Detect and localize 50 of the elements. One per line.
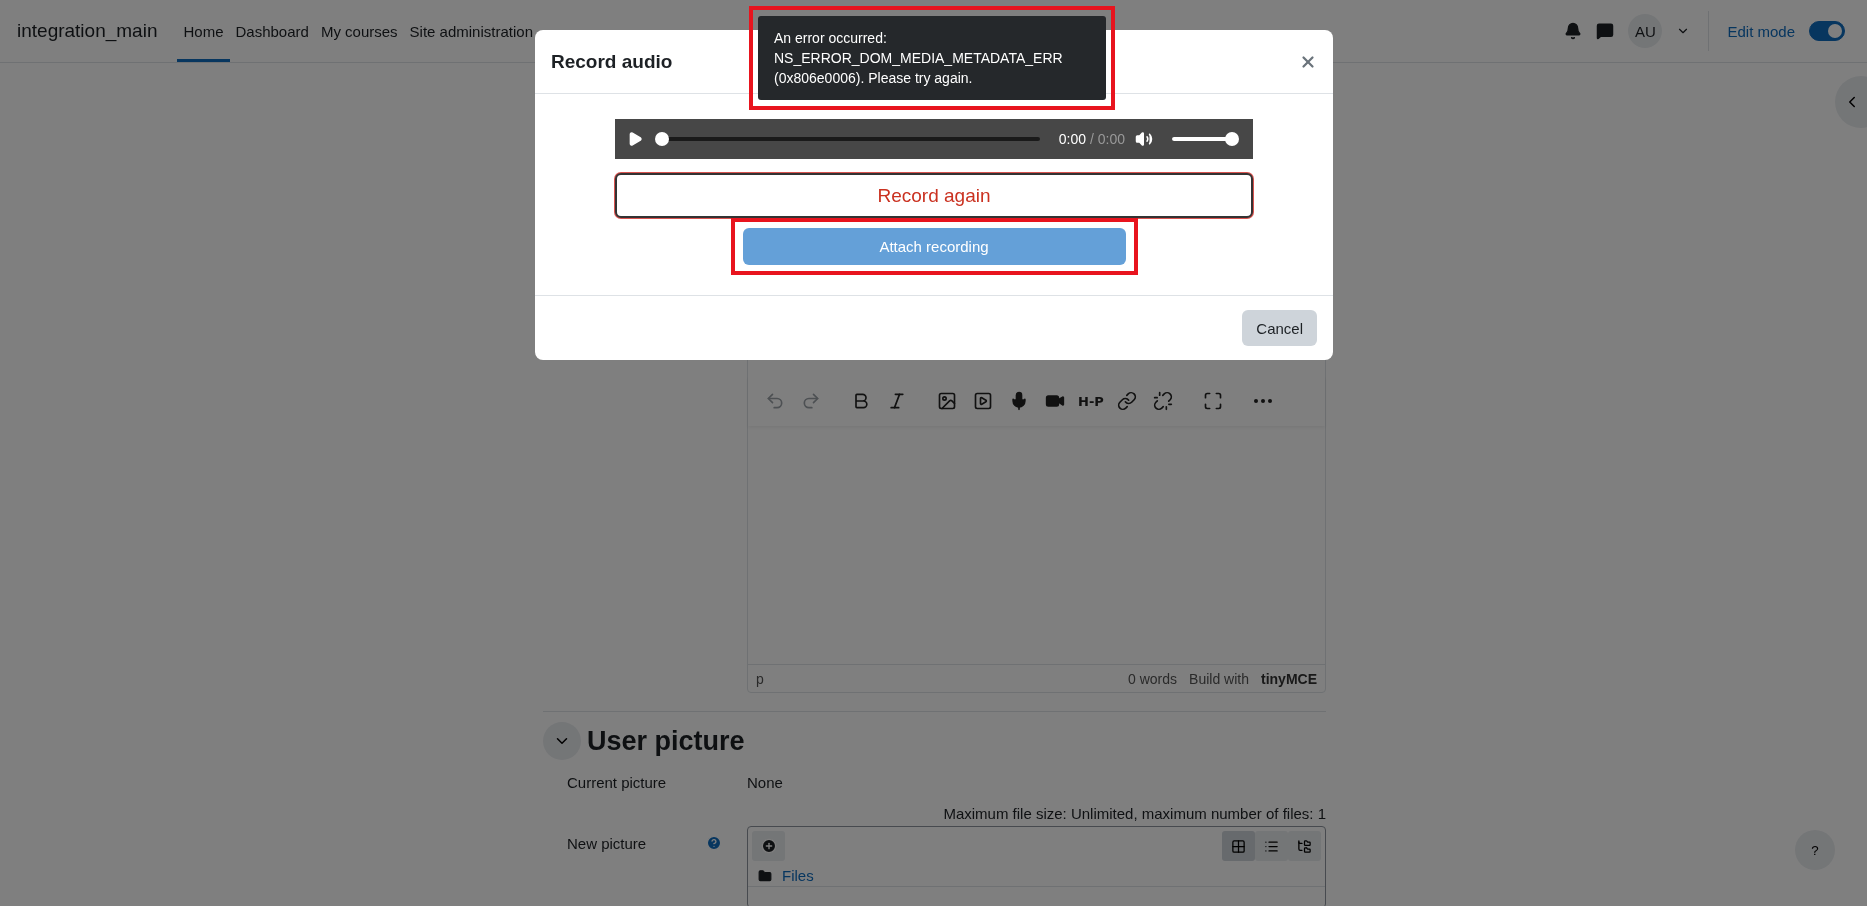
dialog-title: Record audio xyxy=(551,50,673,73)
italic-icon xyxy=(887,391,907,411)
bell-icon[interactable] xyxy=(1564,22,1583,40)
site-name[interactable]: integration_main xyxy=(17,20,158,42)
nav-link[interactable]: Home xyxy=(177,0,230,62)
section-heading: User picture xyxy=(587,725,745,757)
more-icon xyxy=(1254,399,1272,403)
view-button[interactable] xyxy=(1288,831,1321,861)
branding-text: Build with xyxy=(1189,670,1249,687)
play-icon[interactable] xyxy=(627,131,643,147)
brand-link[interactable]: tinyMCE xyxy=(1261,670,1317,687)
field-label: Current picture xyxy=(567,774,667,791)
add-file-button[interactable] xyxy=(752,831,785,861)
current-time: 0:00 xyxy=(1058,131,1086,147)
redo-icon xyxy=(801,391,821,411)
play-square-icon xyxy=(973,391,993,411)
unlink-icon xyxy=(1153,391,1173,411)
duration-time: / 0:00 xyxy=(1089,131,1125,147)
help-button[interactable]: ? xyxy=(1795,830,1835,870)
field-value: None xyxy=(747,774,784,791)
nav-link[interactable]: My courses xyxy=(314,0,404,62)
cancel-button[interactable]: Cancel xyxy=(1242,310,1317,346)
edit-mode-label: Edit mode xyxy=(1727,22,1795,40)
tree-icon xyxy=(1297,838,1312,854)
view-button[interactable] xyxy=(1222,831,1255,861)
word-count: 0 words xyxy=(1128,670,1178,687)
volume-icon[interactable] xyxy=(1135,130,1153,148)
field-label: New picture xyxy=(567,835,647,852)
plus-icon xyxy=(760,838,777,854)
image-icon xyxy=(937,391,957,411)
user-avatar[interactable]: AU xyxy=(1628,14,1663,48)
folder-link[interactable]: Files xyxy=(782,867,814,884)
nav-link[interactable]: Dashboard xyxy=(229,0,315,62)
file-limits-text: Maximum file size: Unlimited, maximum number of files: 1 xyxy=(942,805,1326,822)
h5p-button[interactable]: H-P xyxy=(1074,384,1108,418)
fullscreen-icon xyxy=(1203,391,1223,411)
help-icon[interactable] xyxy=(706,835,723,851)
attach-recording-button[interactable]: Attach recording xyxy=(742,228,1126,265)
error-toast: An error occurred: NS_ERROR_DOM_MEDIA_METADATA_ERR (0x806e0006). Please try again. xyxy=(758,16,1106,100)
record-again-button[interactable]: Record again xyxy=(615,173,1253,218)
folder-icon xyxy=(758,868,772,883)
grid-icon xyxy=(1231,838,1246,854)
edit-mode-toggle[interactable] xyxy=(1809,21,1845,41)
link-icon xyxy=(1117,391,1137,411)
view-button[interactable] xyxy=(1255,831,1288,861)
chat-icon[interactable] xyxy=(1596,22,1615,40)
list-icon xyxy=(1264,838,1279,854)
element-path: p xyxy=(756,670,764,687)
undo-icon xyxy=(765,391,785,411)
microphone-icon xyxy=(1009,391,1029,411)
